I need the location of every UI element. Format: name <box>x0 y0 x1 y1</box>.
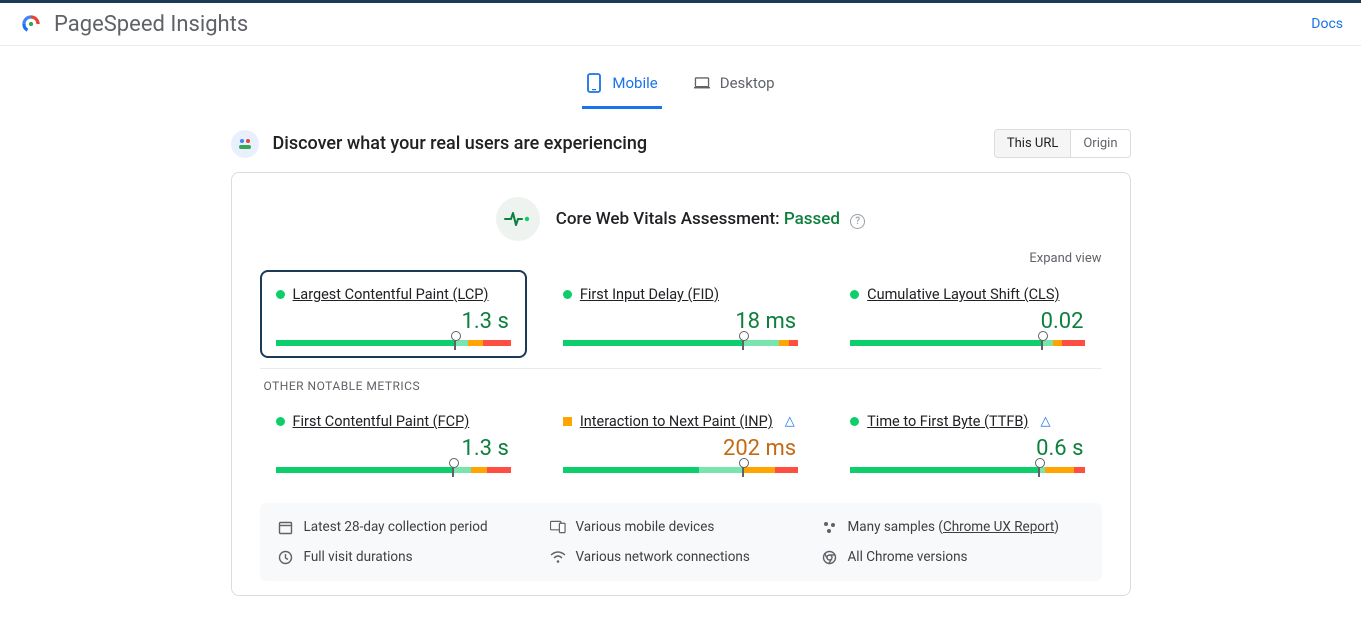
main-content: Discover what your real users are experi… <box>221 129 1141 596</box>
metric-name[interactable]: Time to First Byte (TTFB) <box>867 413 1028 430</box>
toggle-origin[interactable]: Origin <box>1070 130 1129 157</box>
status-dot <box>563 417 572 426</box>
footer-durations: Full visit durations <box>278 549 540 565</box>
distribution-bar <box>850 467 1085 473</box>
help-icon[interactable]: ? <box>850 214 865 229</box>
marker <box>454 336 456 350</box>
metric-value: 0.6 s <box>850 436 1083 461</box>
marker <box>452 463 454 477</box>
brand-title: PageSpeed Insights <box>54 12 248 37</box>
other-metrics-label: OTHER NOTABLE METRICS <box>264 379 1102 393</box>
scope-toggle: This URL Origin <box>994 129 1131 158</box>
metric-name[interactable]: First Contentful Paint (FCP) <box>293 413 470 430</box>
samples-icon <box>822 519 838 535</box>
marker <box>742 336 744 350</box>
status-dot <box>850 290 859 299</box>
other-metric-0[interactable]: First Contentful Paint (FCP) 1.3 s <box>260 397 527 485</box>
footer-network: Various network connections <box>550 549 812 565</box>
metric-name[interactable]: First Input Delay (FID) <box>580 286 719 303</box>
core-metric-1[interactable]: First Input Delay (FID) 18 ms <box>547 270 814 358</box>
crux-link[interactable]: Chrome UX Report <box>943 519 1054 535</box>
footer-versions: All Chrome versions <box>822 549 1084 565</box>
metric-value: 202 ms <box>563 436 796 461</box>
metric-name[interactable]: Cumulative Layout Shift (CLS) <box>867 286 1059 303</box>
marker <box>742 463 744 477</box>
device-tabs: Mobile Desktop <box>0 46 1361 109</box>
devices-icon <box>550 519 566 535</box>
distribution-bar <box>563 340 798 346</box>
metric-name[interactable]: Largest Contentful Paint (LCP) <box>293 286 489 303</box>
desktop-icon <box>694 75 710 91</box>
status-dot <box>850 417 859 426</box>
vitals-card: Core Web Vitals Assessment: Passed ? Exp… <box>231 172 1131 596</box>
tab-mobile-label: Mobile <box>612 74 657 92</box>
other-metric-1[interactable]: Interaction to Next Paint (INP) △ 202 ms <box>547 397 814 485</box>
assessment-status: Passed <box>784 209 840 229</box>
logo-icon <box>18 11 44 37</box>
distribution-bar <box>850 340 1085 346</box>
brand[interactable]: PageSpeed Insights <box>18 11 248 37</box>
mobile-icon <box>586 75 602 91</box>
metric-name[interactable]: Interaction to Next Paint (INP) <box>580 413 773 430</box>
users-icon <box>231 130 259 158</box>
distribution-bar <box>563 467 798 473</box>
status-dot <box>563 290 572 299</box>
tab-desktop[interactable]: Desktop <box>690 64 779 109</box>
other-metrics-row: First Contentful Paint (FCP) 1.3 s Interac… <box>260 397 1102 485</box>
divider <box>260 368 1102 369</box>
footer-period: Latest 28-day collection period <box>278 519 540 535</box>
clock-icon <box>278 549 294 565</box>
experimental-icon: △ <box>1040 414 1050 429</box>
wifi-icon <box>550 549 566 565</box>
section-title: Discover what your real users are experi… <box>273 133 648 154</box>
core-metrics-row: Largest Contentful Paint (LCP) 1.3 s First… <box>260 270 1102 358</box>
marker <box>1038 463 1040 477</box>
metric-value: 0.02 <box>850 309 1083 334</box>
assessment-row: Core Web Vitals Assessment: Passed ? <box>260 197 1102 241</box>
pulse-icon <box>496 197 540 241</box>
distribution-bar <box>276 340 511 346</box>
chrome-icon <box>822 549 838 565</box>
docs-link[interactable]: Docs <box>1311 16 1343 32</box>
core-metric-2[interactable]: Cumulative Layout Shift (CLS) 0.02 <box>834 270 1101 358</box>
toggle-this-url[interactable]: This URL <box>995 130 1070 157</box>
status-dot <box>276 290 285 299</box>
footer-devices: Various mobile devices <box>550 519 812 535</box>
status-dot <box>276 417 285 426</box>
footer-samples: Many samples (Chrome UX Report) <box>822 519 1084 535</box>
app-header: PageSpeed Insights Docs <box>0 3 1361 46</box>
calendar-icon <box>278 519 294 535</box>
report-footer: Latest 28-day collection period Various … <box>260 503 1102 581</box>
expand-view-link[interactable]: Expand view <box>260 251 1102 266</box>
metric-value: 1.3 s <box>276 436 509 461</box>
tab-desktop-label: Desktop <box>720 74 775 92</box>
other-metric-2[interactable]: Time to First Byte (TTFB) △ 0.6 s <box>834 397 1101 485</box>
metric-value: 1.3 s <box>276 309 509 334</box>
experimental-icon: △ <box>785 414 795 429</box>
assessment-label: Core Web Vitals Assessment: <box>556 209 780 229</box>
core-metric-0[interactable]: Largest Contentful Paint (LCP) 1.3 s <box>260 270 527 358</box>
metric-value: 18 ms <box>563 309 796 334</box>
marker <box>1041 336 1043 350</box>
distribution-bar <box>276 467 511 473</box>
tab-mobile[interactable]: Mobile <box>582 64 661 109</box>
